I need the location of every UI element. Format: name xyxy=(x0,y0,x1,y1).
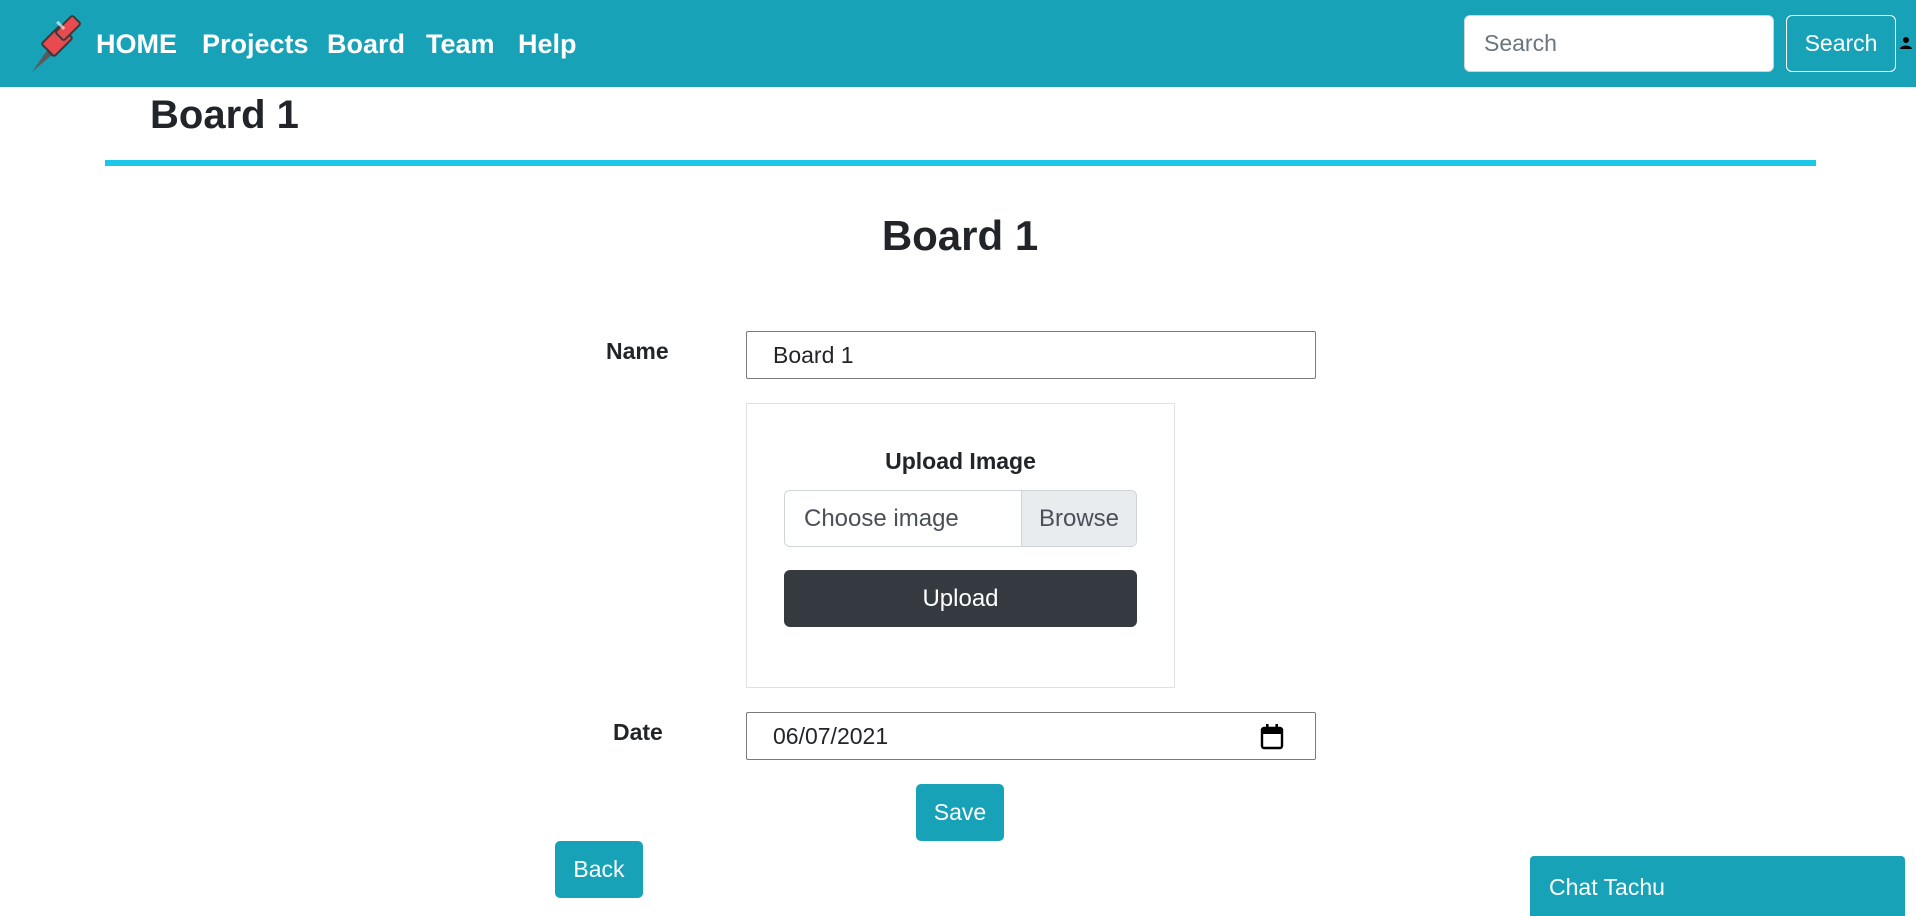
nav-link-help[interactable]: Help xyxy=(518,26,577,62)
chat-widget[interactable]: Chat Tachu xyxy=(1530,856,1905,916)
upload-button[interactable]: Upload xyxy=(784,570,1137,627)
nav-link-home[interactable]: HOME xyxy=(96,26,177,62)
upload-image-title: Upload Image xyxy=(885,448,1036,474)
date-input[interactable]: 06/07/2021 xyxy=(746,712,1316,760)
search-button[interactable]: Search xyxy=(1786,15,1896,72)
pushpin-icon[interactable] xyxy=(26,14,86,74)
save-button[interactable]: Save xyxy=(916,784,1004,841)
back-button[interactable]: Back xyxy=(555,841,643,898)
upload-image-card: Upload Image Choose image Browse Upload xyxy=(746,403,1175,688)
form-title: Board 1 xyxy=(881,212,1039,259)
chat-widget-label: Chat Tachu xyxy=(1549,874,1665,900)
nav-link-board[interactable]: Board xyxy=(327,26,405,62)
name-input[interactable]: Board 1 xyxy=(746,331,1316,379)
browse-button[interactable]: Browse xyxy=(1021,491,1136,546)
nav-link-projects[interactable]: Projects xyxy=(202,26,309,62)
nav-link-team[interactable]: Team xyxy=(426,26,495,62)
file-input-placeholder: Choose image xyxy=(804,505,959,532)
user-icon[interactable] xyxy=(1899,36,1913,50)
name-label: Name xyxy=(606,338,669,364)
date-label: Date xyxy=(613,719,663,745)
top-navbar: HOME Projects Board Team Help Search xyxy=(0,0,1916,87)
page-divider xyxy=(105,160,1816,166)
page-title: Board 1 xyxy=(150,93,299,137)
search-input[interactable] xyxy=(1464,15,1774,72)
calendar-icon[interactable] xyxy=(1260,724,1284,750)
image-file-input[interactable]: Choose image Browse xyxy=(784,490,1137,547)
